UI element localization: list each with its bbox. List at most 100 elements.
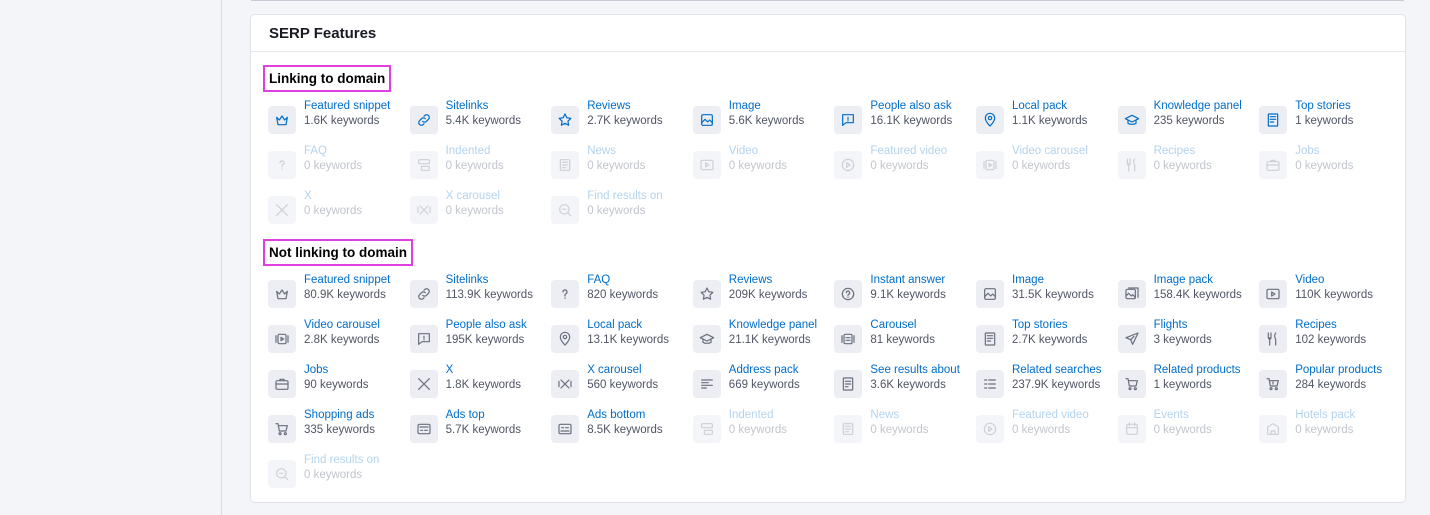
serp-feature-x[interactable]: X 1.8K keywords xyxy=(409,363,552,408)
pin-icon xyxy=(976,106,1004,134)
feature-name-link[interactable]: Reviews xyxy=(587,99,662,114)
feature-keyword-count: 9.1K keywords xyxy=(870,289,946,301)
serp-feature-local-pack[interactable]: Local pack 1.1K keywords xyxy=(976,99,1118,144)
news-icon xyxy=(1259,106,1288,134)
feature-name-link[interactable]: Ads bottom xyxy=(587,408,662,423)
feature-keyword-count: 1 keywords xyxy=(1153,379,1212,391)
serp-feature-instant-answer[interactable]: Instant answer 9.1K keywords xyxy=(834,273,976,318)
feature-keyword-count: 1 keywords xyxy=(1295,115,1354,127)
feature-name-link[interactable]: Sitelinks xyxy=(446,273,533,288)
feature-name-link[interactable]: Featured snippet xyxy=(304,273,390,288)
serp-feature-image[interactable]: Image 5.6K keywords xyxy=(692,99,835,144)
serp-feature-sitelinks[interactable]: Sitelinks 113.9K keywords xyxy=(409,273,552,318)
serp-feature-ads-bottom[interactable]: Ads bottom 8.5K keywords xyxy=(551,408,693,453)
feature-name-link[interactable]: Top stories xyxy=(1012,318,1087,333)
feature-name-link[interactable]: Video carousel xyxy=(304,318,380,333)
serp-feature-featured-snippet[interactable]: Featured snippet 1.6K keywords xyxy=(268,99,410,144)
feature-name-link[interactable]: Address pack xyxy=(729,363,800,378)
serp-feature-video[interactable]: Video 110K keywords xyxy=(1259,273,1401,318)
feature-name-link[interactable]: Image xyxy=(729,99,804,114)
feature-name-link[interactable]: People also ask xyxy=(446,318,527,333)
feature-name-link[interactable]: Carousel xyxy=(870,318,935,333)
feature-name-link[interactable]: Reviews xyxy=(729,273,808,288)
serp-feature-x-carousel[interactable]: X carousel 560 keywords xyxy=(551,363,693,408)
serp-feature-faq[interactable]: FAQ 820 keywords xyxy=(551,273,693,318)
feature-name-link[interactable]: Popular products xyxy=(1295,363,1382,378)
serp-feature-top-stories[interactable]: Top stories 1 keywords xyxy=(1259,99,1401,144)
serp-feature-knowledge-panel[interactable]: Knowledge panel 21.1K keywords xyxy=(692,318,835,363)
serp-feature-carousel[interactable]: Carousel 81 keywords xyxy=(834,318,976,363)
serp-feature-local-pack[interactable]: Local pack 13.1K keywords xyxy=(551,318,693,363)
serp-feature-reviews[interactable]: Reviews 209K keywords xyxy=(692,273,835,318)
feature-name-link[interactable]: Knowledge panel xyxy=(729,318,817,333)
feature-name-link[interactable]: Ads top xyxy=(446,408,521,423)
serp-feature-video-carousel[interactable]: Video carousel 2.8K keywords xyxy=(268,318,410,363)
question-icon xyxy=(268,151,296,179)
feature-name-link[interactable]: Sitelinks xyxy=(446,99,521,114)
serp-feature-image-pack[interactable]: Image pack 158.4K keywords xyxy=(1117,273,1260,318)
feature-name-link[interactable]: See results about xyxy=(870,363,960,378)
feature-keyword-count: 1.8K keywords xyxy=(445,379,522,391)
serp-feature-flights[interactable]: Flights 3 keywords xyxy=(1117,318,1260,363)
serp-feature-recipes[interactable]: Recipes 102 keywords xyxy=(1259,318,1401,363)
feature-keyword-count: 0 keywords xyxy=(1153,424,1212,436)
feature-keyword-count: 2.7K keywords xyxy=(587,115,663,127)
serp-feature-find-results-on: Find results on 0 keywords xyxy=(551,189,693,234)
serp-feature-related-searches[interactable]: Related searches 237.9K keywords xyxy=(976,363,1118,408)
serp-feature-top-stories[interactable]: Top stories 2.7K keywords xyxy=(976,318,1118,363)
serp-feature-knowledge-panel[interactable]: Knowledge panel 235 keywords xyxy=(1117,99,1260,144)
feature-name-link[interactable]: Local pack xyxy=(587,318,669,333)
link-icon xyxy=(409,280,438,308)
feature-name-link[interactable]: Knowledge panel xyxy=(1154,99,1242,114)
feature-text: Shopping ads 335 keywords xyxy=(304,408,375,438)
feature-name-link[interactable]: Related searches xyxy=(1012,363,1102,378)
feature-text: X 1.8K keywords xyxy=(446,363,521,393)
hotel-icon xyxy=(1259,415,1288,443)
feature-keyword-count: 13.1K keywords xyxy=(587,334,670,346)
chat-icon xyxy=(834,106,863,134)
serp-feature-reviews[interactable]: Reviews 2.7K keywords xyxy=(551,99,693,144)
feature-text: Top stories 1 keywords xyxy=(1295,99,1353,129)
section-title-text: Linking to domain xyxy=(269,71,386,86)
serp-feature-popular-products[interactable]: Popular products 284 keywords xyxy=(1259,363,1401,408)
x-logo-icon xyxy=(409,370,438,398)
serp-feature-featured-snippet[interactable]: Featured snippet 80.9K keywords xyxy=(268,273,410,318)
feature-name-link[interactable]: Featured snippet xyxy=(304,99,390,114)
crown-icon xyxy=(268,280,296,308)
serp-feature-address-pack[interactable]: Address pack 669 keywords xyxy=(692,363,835,408)
serp-feature-people-also-ask[interactable]: People also ask 16.1K keywords xyxy=(834,99,976,144)
section-title-not-linking: Not linking to domain xyxy=(263,239,413,266)
serp-feature-related-products[interactable]: Related products 1 keywords xyxy=(1117,363,1260,408)
serp-feature-jobs[interactable]: Jobs 90 keywords xyxy=(268,363,410,408)
feature-name-link[interactable]: FAQ xyxy=(587,273,658,288)
serp-feature-sitelinks[interactable]: Sitelinks 5.4K keywords xyxy=(409,99,552,144)
feature-name-link[interactable]: Recipes xyxy=(1295,318,1366,333)
feature-name-link[interactable]: Jobs xyxy=(304,363,369,378)
feature-name-link[interactable]: Video xyxy=(1295,273,1373,288)
serp-feature-indented: Indented 0 keywords xyxy=(692,408,835,453)
serp-feature-people-also-ask[interactable]: People also ask 195K keywords xyxy=(409,318,552,363)
feature-name-link[interactable]: X carousel xyxy=(587,363,658,378)
serp-feature-see-results-about[interactable]: See results about 3.6K keywords xyxy=(834,363,976,408)
feature-name-link[interactable]: X xyxy=(446,363,521,378)
feature-text: Local pack 13.1K keywords xyxy=(587,318,669,348)
feature-name-link[interactable]: Image xyxy=(1012,273,1094,288)
feature-name-link[interactable]: Image pack xyxy=(1154,273,1242,288)
feature-name-link[interactable]: Shopping ads xyxy=(304,408,375,423)
serp-feature-ads-top[interactable]: Ads top 5.7K keywords xyxy=(409,408,552,453)
feature-text: X carousel 560 keywords xyxy=(587,363,658,393)
feature-name-link[interactable]: Top stories xyxy=(1295,99,1353,114)
feature-name-link[interactable]: Instant answer xyxy=(870,273,945,288)
address-icon xyxy=(692,370,721,398)
feature-text: Sitelinks 113.9K keywords xyxy=(446,273,533,303)
feature-name-link[interactable]: Related products xyxy=(1154,363,1241,378)
feature-name-link[interactable]: Local pack xyxy=(1012,99,1087,114)
calendar-icon xyxy=(1117,415,1146,443)
serp-feature-image[interactable]: Image 31.5K keywords xyxy=(976,273,1118,318)
feature-name-link[interactable]: Flights xyxy=(1154,318,1212,333)
feature-name-link[interactable]: People also ask xyxy=(870,99,952,114)
feature-text: Jobs 0 keywords xyxy=(1295,144,1353,174)
serp-feature-shopping-ads[interactable]: Shopping ads 335 keywords xyxy=(268,408,410,453)
feature-text: Featured snippet 1.6K keywords xyxy=(304,99,390,129)
feature-text: Popular products 284 keywords xyxy=(1295,363,1382,393)
